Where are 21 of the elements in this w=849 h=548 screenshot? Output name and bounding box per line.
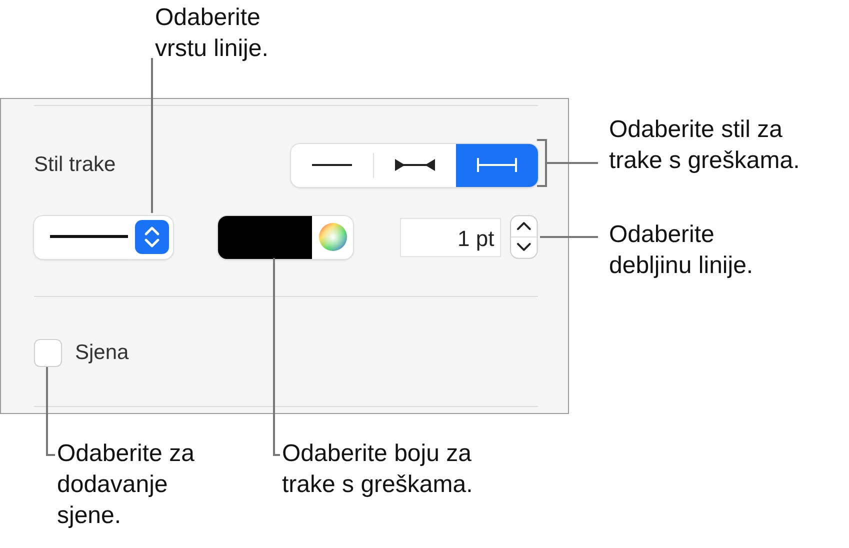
caps-in-line-icon bbox=[395, 159, 435, 171]
leader-line bbox=[547, 162, 598, 164]
color-wheel-icon bbox=[318, 222, 348, 252]
callout-text: Odaberite vrstu linije. bbox=[155, 3, 268, 64]
callout-text: Odaberite stil za trake s greškama. bbox=[609, 115, 800, 176]
line-style-popup[interactable] bbox=[34, 216, 174, 258]
checkbox[interactable] bbox=[34, 339, 62, 367]
leader-line bbox=[540, 236, 598, 238]
callout-text: Odaberite boju za trake s greškama. bbox=[282, 439, 473, 500]
chevrons-icon bbox=[135, 220, 170, 254]
stepper[interactable] bbox=[510, 215, 538, 259]
caps-out-line-icon bbox=[477, 158, 517, 172]
color-well[interactable] bbox=[218, 216, 353, 258]
bar-style-label: Stil trake bbox=[34, 153, 116, 177]
callout-text: Odaberite za dodavanje sjene. bbox=[57, 439, 194, 531]
callout-text: Odaberite debljinu linije. bbox=[609, 220, 754, 281]
plain-line-icon bbox=[312, 164, 352, 166]
bracket bbox=[537, 139, 547, 187]
shadow-label: Sjena bbox=[75, 341, 129, 365]
thickness-field[interactable]: 1 pt bbox=[400, 218, 502, 256]
solid-line-icon bbox=[50, 235, 128, 239]
